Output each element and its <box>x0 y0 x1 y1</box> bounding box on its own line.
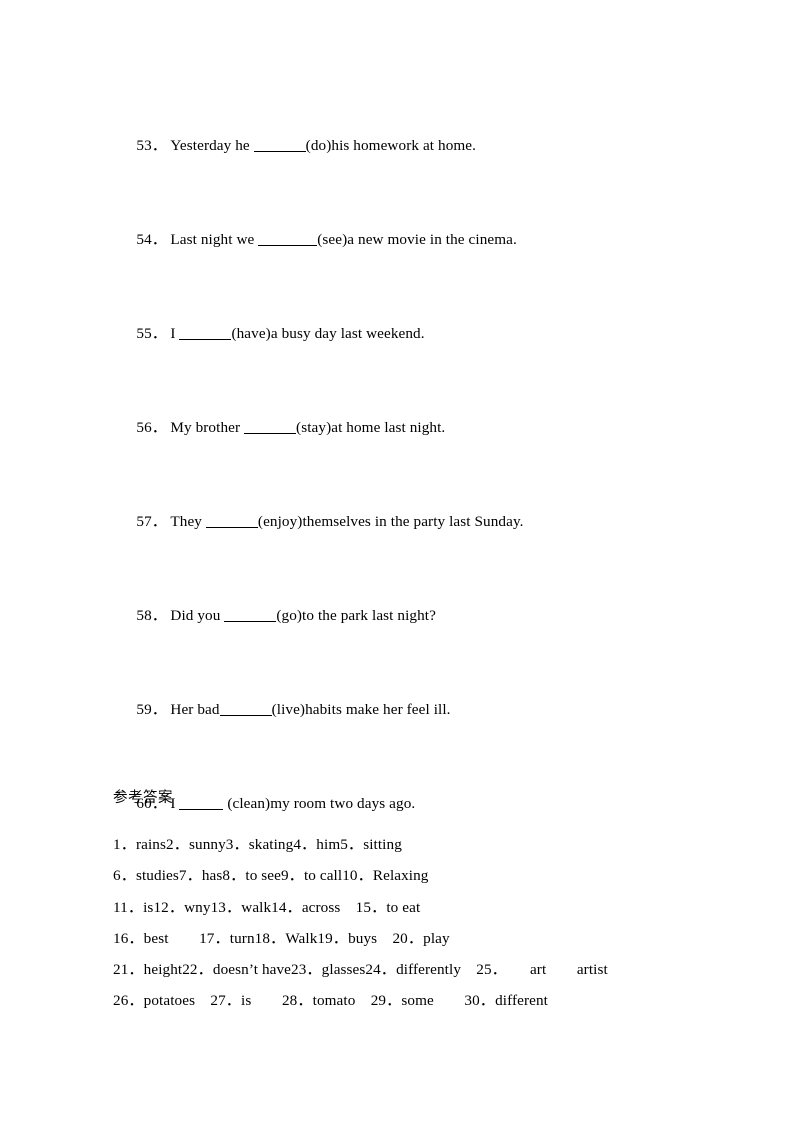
document-page: 53． Yesterday he (do)his homework at home… <box>0 0 794 1123</box>
item-text-before: Last night we <box>170 231 259 249</box>
exercise-item: 59． Her bad (live)habits make her feel ill… <box>113 662 713 756</box>
exercise-item: 53． Yesterday he (do)his homework at home… <box>113 99 713 193</box>
item-number: 54． <box>136 231 168 249</box>
exercise-section: 53． Yesterday he (do)his homework at home… <box>113 99 713 850</box>
item-text-before: Yesterday he <box>170 137 254 155</box>
item-text-after: (see)a new movie in the cinema. <box>317 231 517 249</box>
item-text-after: (do)his homework at home. <box>305 137 477 155</box>
item-number: 53． <box>136 137 168 155</box>
exercise-item: 56． My brother (stay)at home last night. <box>113 381 713 475</box>
answer-blank[interactable] <box>244 421 297 434</box>
answer-key-line: 1．rains2．sunny3．skating4．him5．sitting <box>113 836 402 853</box>
item-text-before: They <box>170 512 206 530</box>
answer-blank[interactable] <box>224 609 277 622</box>
item-number: 55． <box>136 325 168 343</box>
item-number: 59． <box>136 700 168 718</box>
exercise-item: 54． Last night we (see)a new movie in the… <box>113 193 713 287</box>
answer-blank[interactable] <box>253 139 306 153</box>
item-text-before: Her bad <box>170 700 220 718</box>
answer-blank[interactable] <box>258 233 318 247</box>
answer-key-line: 21．height22．doesn’t have23．glasses24．dif… <box>113 961 608 979</box>
item-number: 58． <box>136 606 168 624</box>
item-number: 56． <box>136 418 168 436</box>
item-text-after: (go)to the park last night? <box>276 606 436 624</box>
item-text-before: My brother <box>170 418 245 436</box>
exercise-item: 57． They (enjoy)themselves in the party l… <box>113 475 713 569</box>
item-text-before: Did you <box>170 606 225 624</box>
item-number: 57． <box>136 512 168 530</box>
answer-blank[interactable] <box>179 327 232 341</box>
item-text-after: (stay)at home last night. <box>296 418 446 436</box>
exercise-item: 55． I (have)a busy day last weekend. <box>113 287 713 381</box>
item-text-after: (have)a busy day last weekend. <box>231 325 425 343</box>
answer-key-line: 16．best 17．turn18．Walk19．buys 20．play <box>113 929 450 947</box>
item-text-before: I <box>170 325 180 343</box>
answer-key-heading: 参考答案 <box>113 790 173 806</box>
item-text-after: (live)habits make her feel ill. <box>271 700 451 718</box>
answer-key-line: 26．potatoes 27．is 28．tomato 29．some 30．d… <box>113 992 548 1010</box>
item-text-after: (enjoy)themselves in the party last Sund… <box>257 512 524 530</box>
answer-blank[interactable] <box>219 703 272 716</box>
answer-key-section: 参考答案 1．rains2．sunny3．skating4．him5．sitti… <box>113 787 733 1017</box>
exercise-item: 58． Did you (go)to the park last night? <box>113 568 713 662</box>
answer-key-line: 6．studies7．has8．to see9．to call10．Relaxi… <box>113 867 429 885</box>
answer-blank[interactable] <box>205 515 258 528</box>
answer-key-line: 11．is12．wny13．walk14．across 15．to eat <box>113 898 421 916</box>
